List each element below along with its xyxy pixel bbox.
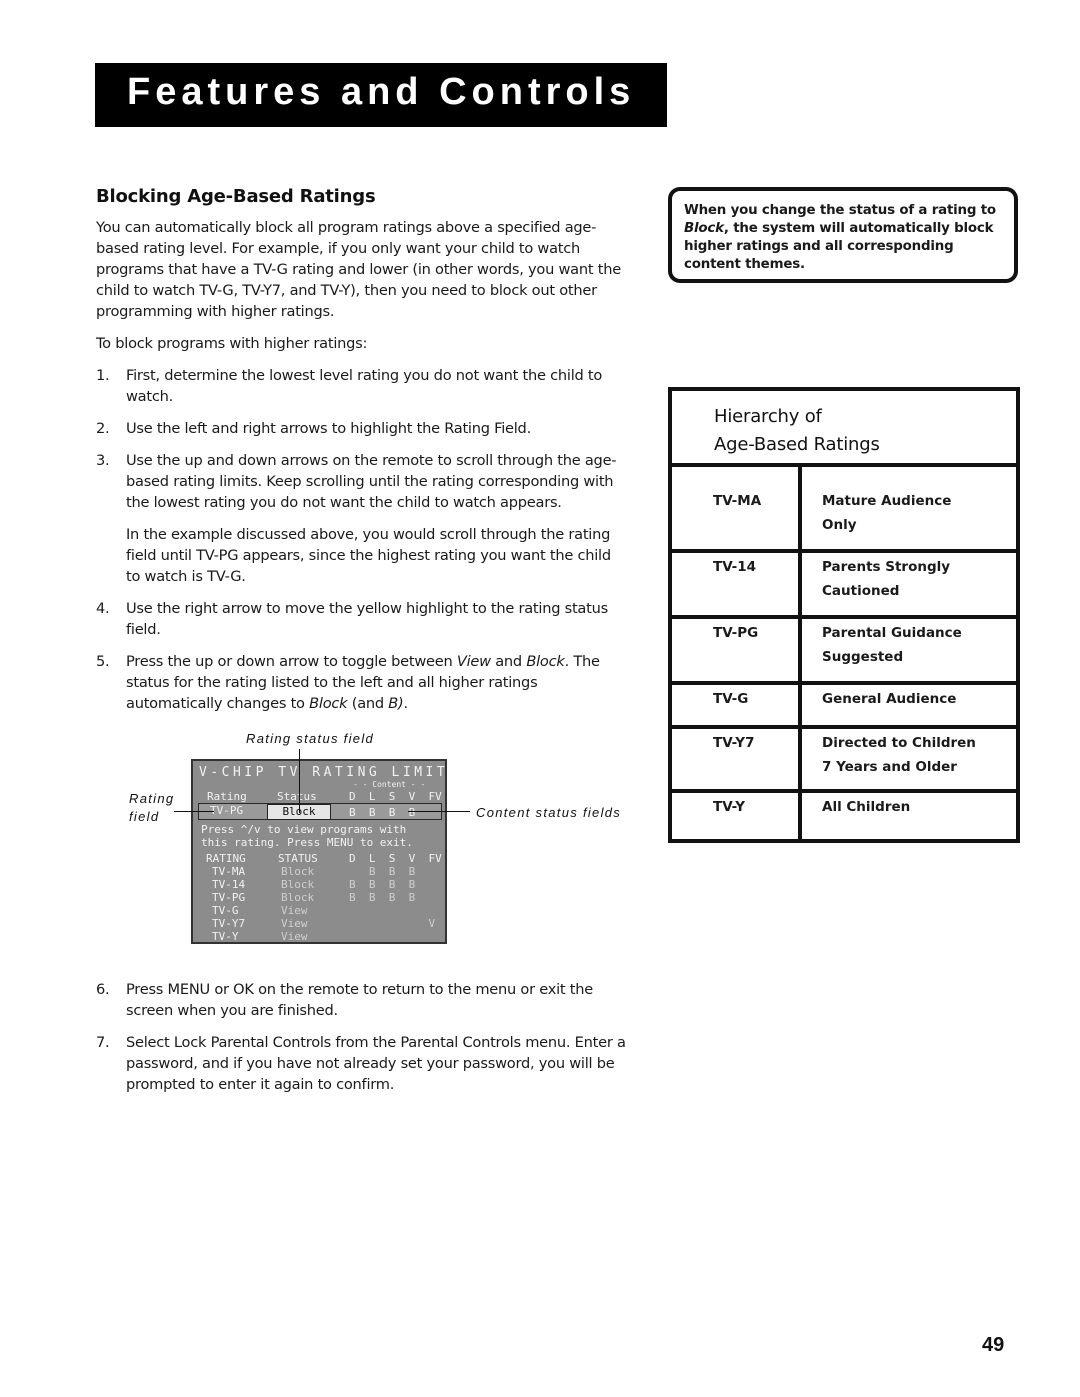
rating-code: TV-PG <box>672 619 802 681</box>
rating-description: Mature Audience Only <box>822 493 952 533</box>
vchip-screen-diagram: Rating status field Rating field Content… <box>96 725 626 965</box>
rating-code: TV-G <box>672 685 802 725</box>
osd-list-header-content: D L S V FV <box>349 852 442 865</box>
osd-content-fields[interactable]: B B B B <box>349 806 415 819</box>
osd-rating-field[interactable]: TV-PG <box>210 804 243 817</box>
hierarchy-row: TV-Y All Children <box>672 793 1016 839</box>
osd-list-rating: TV-Y <box>212 930 239 943</box>
hierarchy-row: TV-14 Parents Strongly Cautioned <box>672 553 1016 619</box>
step-3: 3. Use the up and down arrows on the rem… <box>96 450 626 587</box>
step-2: 2. Use the left and right arrows to highl… <box>96 420 531 437</box>
leader-line-rating <box>174 811 214 812</box>
osd-header-status: Status <box>277 790 317 803</box>
step-1: 1. First, determine the lowest level rati… <box>96 367 603 405</box>
osd-list-header-status: STATUS <box>278 852 318 865</box>
callout-rating-status-field: Rating status field <box>246 731 375 746</box>
callout-content-status-fields: Content status fields <box>476 805 622 820</box>
rating-description: General Audience <box>822 691 957 707</box>
leader-line-status <box>299 749 300 813</box>
osd-list-content: B B B B <box>349 878 416 891</box>
step-3-example: In the example discussed above, you woul… <box>126 526 611 585</box>
osd-list-rating: TV-PG <box>212 891 246 904</box>
rating-description: Parents Strongly Cautioned <box>822 559 951 599</box>
hierarchy-row: TV-PG Parental Guidance Suggested <box>672 619 1016 685</box>
osd-list-status: View <box>281 904 308 917</box>
hierarchy-row: TV-MA Mature Audience Only <box>672 467 1016 553</box>
osd-message-line2: this rating. Press MENU to exit. <box>201 836 413 849</box>
callout-rating-field-line2: field <box>129 809 160 824</box>
leader-line-content <box>408 811 470 812</box>
osd-list-status: View <box>281 917 308 930</box>
rating-code: TV-MA <box>672 467 802 549</box>
callout-rating-field-line1: Rating <box>129 791 175 806</box>
hierarchy-title: Hierarchy of Age-Based Ratings <box>672 391 1016 467</box>
chapter-title: Features and Controls <box>127 71 636 113</box>
steps-list: 1. First, determine the lowest level rati… <box>96 365 626 714</box>
rating-description: Parental Guidance Suggested <box>822 625 962 665</box>
rating-code: TV-Y7 <box>672 729 802 789</box>
note-box: When you change the status of a rating t… <box>668 187 1018 283</box>
osd-list-content: V <box>349 917 436 930</box>
osd-list-status: Block <box>281 878 315 891</box>
rating-description: All Children <box>822 799 911 815</box>
osd-list-content: B B B B <box>349 891 416 904</box>
intro-paragraph: You can automatically block all program … <box>96 219 621 320</box>
osd-list-header-rating: RATING <box>206 852 246 865</box>
step-4: 4. Use the right arrow to move the yellow… <box>96 600 608 638</box>
vchip-osd-screen: V-CHIP TV RATING LIMIT - - Content - - R… <box>191 759 447 944</box>
steps-list-continued: 6. Press MENU or OK on the remote to retu… <box>96 979 626 1095</box>
rating-code: TV-14 <box>672 553 802 615</box>
osd-header-content: D L S V FV <box>349 790 442 803</box>
main-column: Blocking Age-Based Ratings You can autom… <box>96 186 626 1106</box>
step-7: 7. Select Lock Parental Controls from the… <box>96 1034 626 1093</box>
osd-list-status: View <box>281 930 308 943</box>
osd-content-label: - - Content - - <box>353 780 426 789</box>
osd-list-rating: TV-14 <box>212 878 246 891</box>
osd-header-rating: Rating <box>207 790 247 803</box>
osd-list-status: Block <box>281 865 315 878</box>
chapter-banner: Features and Controls <box>95 63 667 127</box>
step-6: 6. Press MENU or OK on the remote to retu… <box>96 981 593 1019</box>
osd-message-line1: Press ^/v to view programs with <box>201 823 407 836</box>
section-heading: Blocking Age-Based Ratings <box>96 186 376 207</box>
osd-list-content: B B B <box>349 865 416 878</box>
osd-list-rating: TV-MA <box>212 865 246 878</box>
hierarchy-row: TV-Y7 Directed to Children 7 Years and Old… <box>672 729 1016 793</box>
rating-description: Directed to Children 7 Years and Older <box>822 735 976 775</box>
page-number: 49 <box>982 1334 1005 1356</box>
osd-list-rating: TV-G <box>212 904 239 917</box>
rating-code: TV-Y <box>672 793 802 839</box>
osd-list-rating: TV-Y7 <box>212 917 246 930</box>
lead-paragraph: To block programs with higher ratings: <box>96 335 368 352</box>
note-text: When you change the status of a rating t… <box>684 203 996 272</box>
osd-title: V-CHIP TV RATING LIMIT <box>199 765 449 780</box>
step-5: 5. Press the up or down arrow to toggle b… <box>96 653 600 712</box>
osd-list-status: Block <box>281 891 315 904</box>
hierarchy-row: TV-G General Audience <box>672 685 1016 729</box>
hierarchy-table: Hierarchy of Age-Based Ratings TV-MA Matur… <box>668 387 1020 843</box>
